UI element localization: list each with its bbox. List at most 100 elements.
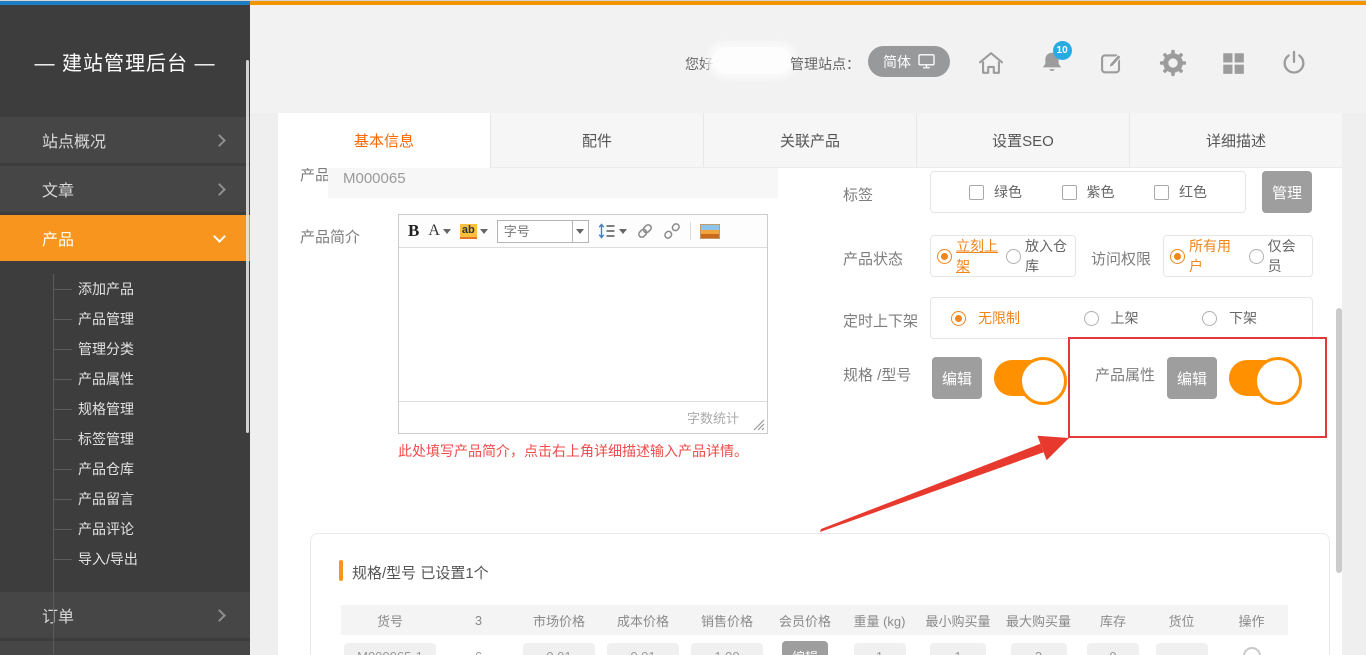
submenu-product-management[interactable]: 产品管理 [0,304,250,334]
spec-model-edit-button[interactable]: 编辑 [932,357,982,399]
radio-no-limit[interactable]: 无限制 [951,308,1020,328]
radio-selected-icon[interactable] [937,249,952,264]
min-qty-input[interactable] [930,643,986,655]
sidebar-item-orders[interactable]: 订单 [0,592,250,638]
radio-schedule-off-shelf[interactable]: 下架 [1202,308,1257,328]
submenu-product-warehouse[interactable]: 产品仓库 [0,454,250,484]
tab-detail-description[interactable]: 详细描述 [1129,113,1342,168]
sidebar-item-label: 文章 [42,177,74,201]
spec-model-toggle[interactable] [994,360,1064,396]
market-price-input[interactable] [523,643,595,655]
radio-members-only[interactable]: 仅会员 [1249,236,1306,276]
highlight-icon[interactable]: ab [460,224,488,239]
manage-tags-button[interactable]: 管理 [1262,171,1312,213]
font-size-dropdown-button[interactable] [572,221,588,242]
power-logout-icon[interactable] [1278,47,1310,79]
apps-grid-icon[interactable] [1217,47,1249,79]
tab-accessories[interactable]: 配件 [490,113,703,168]
radio-selected-icon[interactable] [1170,249,1185,264]
tag-option-green[interactable]: 绿色 [969,182,1022,202]
checkbox-icon[interactable] [969,185,984,200]
sidebar-nav: 站点概况 文章 产品 添加产品 产品管理 管理分类 产品属性 规格管理 标签管理… [0,117,250,655]
radio-icon[interactable] [1249,249,1264,264]
checkbox-icon[interactable] [1154,185,1169,200]
link-icon[interactable] [636,222,654,240]
spec-model-label: 规格 /型号 [843,364,911,385]
sidebar-scrollbar[interactable] [246,60,249,433]
submenu-product-messages[interactable]: 产品留言 [0,484,250,514]
line-height-icon[interactable] [598,223,627,239]
row-action-circle-icon[interactable] [1243,647,1261,655]
caret-down-icon [443,229,451,234]
spec-value-cell: 6 [439,649,518,655]
submenu-import-export[interactable]: 导入/导出 [0,544,250,574]
main-header: 您好： 管理站点： 简体 10 [250,5,1366,113]
language-site-button[interactable]: 简体 [868,46,950,77]
access-box: 所有用户 仅会员 [1163,235,1313,277]
submenu-tag-management[interactable]: 标签管理 [0,424,250,454]
radio-icon[interactable] [1084,311,1099,326]
submenu-spec-management[interactable]: 规格管理 [0,394,250,424]
weight-input[interactable] [854,643,906,655]
app-title: — 建站管理后台 — [0,47,250,76]
editor-footer: 字数统计 [399,401,767,433]
font-size-input[interactable] [498,221,572,242]
tag-option-purple[interactable]: 紫色 [1062,182,1115,202]
member-price-edit-button[interactable]: 编辑 [782,641,828,655]
chevron-right-icon [213,609,226,622]
tags-box: 绿色 紫色 红色 [930,171,1246,213]
checkbox-icon[interactable] [1062,185,1077,200]
chevron-right-icon [213,134,226,147]
radio-icon[interactable] [1202,311,1217,326]
insert-image-icon[interactable] [700,224,720,239]
tag-option-red[interactable]: 红色 [1154,182,1207,202]
max-qty-input[interactable] [1011,643,1067,655]
home-icon[interactable] [975,47,1007,79]
location-input[interactable] [1156,643,1208,655]
sidebar-item-members[interactable]: 会员 [0,641,250,655]
col-cost-price: 成本价格 [600,611,686,630]
sidebar-item-products[interactable]: 产品 [0,215,250,261]
sidebar-item-articles[interactable]: 文章 [0,166,250,212]
toolbar-divider [690,222,691,240]
sidebar-item-label: 订单 [42,603,74,627]
item-no-input[interactable] [344,643,436,655]
radio-all-users[interactable]: 所有用户 [1170,236,1241,276]
tab-seo[interactable]: 设置SEO [916,113,1129,168]
notifications-bell-icon[interactable]: 10 [1036,47,1068,79]
radio-on-shelf-now[interactable]: 立刻上架 [937,236,1000,276]
edit-icon[interactable] [1096,47,1128,79]
main-scrollbar[interactable] [1336,308,1342,573]
cost-price-input[interactable] [607,643,679,655]
radio-icon[interactable] [1006,249,1021,264]
col-spec: 3 [439,613,518,628]
resize-grip-icon[interactable] [753,419,765,431]
sidebar-item-site-overview[interactable]: 站点概况 [0,117,250,163]
col-weight: 重量 (kg) [842,611,917,630]
radio-schedule-on-shelf[interactable]: 上架 [1084,308,1139,328]
radio-selected-icon[interactable] [951,311,966,326]
sale-price-input[interactable] [691,643,763,655]
admin-screen: — 建站管理后台 — 站点概况 文章 产品 添加产品 产品管理 管理分类 产品属… [0,0,1366,655]
submenu-category-management[interactable]: 管理分类 [0,334,250,364]
sidebar-item-label: 站点概况 [42,128,106,152]
submenu-product-reviews[interactable]: 产品评论 [0,514,250,544]
radio-put-in-warehouse[interactable]: 放入仓库 [1006,236,1069,276]
bold-icon[interactable]: B [408,221,419,241]
tab-basic-info[interactable]: 基本信息 [278,113,490,168]
submenu-add-product[interactable]: 添加产品 [0,274,250,304]
editor-content-area[interactable] [399,248,767,401]
tab-related-products[interactable]: 关联产品 [703,113,916,168]
monitor-icon [918,54,935,69]
spec-table-row: 6 编辑 [341,641,1288,655]
spec-section-title: 规格/型号 已设置1个 [352,562,489,583]
unlink-icon[interactable] [663,222,681,240]
stock-input[interactable] [1087,643,1139,655]
font-color-icon[interactable]: A [428,222,451,240]
gear-icon[interactable] [1157,47,1189,79]
font-size-select[interactable] [497,220,589,243]
editor-toolbar: B A ab [399,215,767,248]
submenu-product-attributes[interactable]: 产品属性 [0,364,250,394]
caret-down-icon [480,229,488,234]
product-status-label: 产品状态 [843,248,903,269]
